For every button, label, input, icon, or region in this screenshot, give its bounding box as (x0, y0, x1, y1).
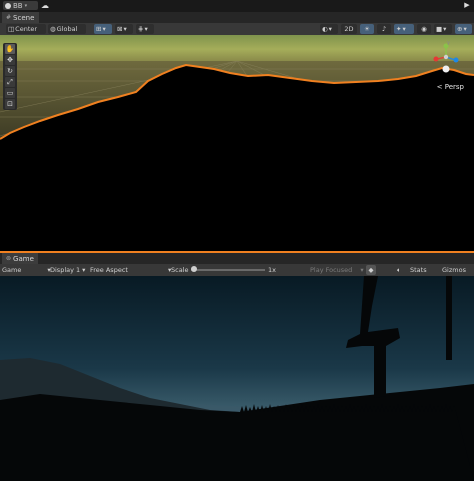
move-tool-icon: ⊞ (96, 25, 102, 33)
scene-toolbar: ◫ Center ◍ Global ⊞ ▾ ⊠ ▾ ⋕ ▾ ◐ ▾ 2D ☀ ♪ ✦ ▾ … (0, 23, 474, 35)
tab-game[interactable]: ⊚ Game (2, 253, 38, 264)
scale-slider-track[interactable] (191, 269, 265, 271)
gizmos-button[interactable]: ⊕ ▾ (455, 24, 472, 34)
move-tool-icon[interactable]: ✥ (5, 55, 15, 65)
audio-icon: ♪ (381, 25, 387, 33)
account-button[interactable]: BB ▾ (3, 1, 38, 10)
view-dropdown[interactable]: Game ▾ (2, 265, 51, 275)
snap-button[interactable]: ⊠ ▾ (115, 24, 133, 34)
scale-tool-icon[interactable]: ⤢ (5, 77, 15, 87)
display-label: Display 1 (50, 266, 81, 274)
visibility-button[interactable]: ◉ (417, 24, 431, 34)
mode-2d-button[interactable]: 2D (341, 24, 357, 34)
hand-tool-icon[interactable]: ✋ (5, 44, 15, 54)
aspect-dropdown[interactable]: Free Aspect ▾ (90, 265, 171, 275)
tab-scene-label: Scene (13, 13, 35, 22)
play-focused-label: Play Focused (310, 266, 353, 274)
snap-icon: ⊠ (117, 25, 123, 33)
gizmos-dropdown[interactable]: Gizmos (442, 265, 466, 275)
camera-button[interactable]: ■ ▾ (434, 24, 452, 34)
audio-button[interactable]: ♪ (377, 24, 391, 34)
tab-scene[interactable]: # Scene (2, 12, 39, 23)
visibility-icon: ◉ (421, 25, 427, 33)
scene-render (0, 35, 474, 251)
pivot-icon: ◫ (8, 25, 15, 33)
space-label: Global (56, 25, 78, 33)
view-label: Game (2, 266, 22, 274)
pivot-dropdown[interactable]: ◫ Center (6, 24, 46, 34)
mute-icon[interactable]: 🔈︎ (397, 265, 401, 275)
chevron-down-icon: ▾ (82, 266, 86, 274)
game-viewport[interactable] (0, 276, 474, 481)
unity-icon[interactable]: ◆ (366, 265, 376, 275)
shading-icon: ◐ (322, 25, 328, 33)
game-render (0, 276, 474, 481)
light-button[interactable]: ☀ (360, 24, 374, 34)
game-tab-strip: ⊚ Game (0, 253, 474, 264)
stats-button[interactable]: Stats (410, 265, 427, 275)
camera-icon: ■ (436, 25, 443, 33)
gizmos-icon: ⊕ (457, 25, 463, 33)
shading-button[interactable]: ◐ ▾ (320, 24, 338, 34)
scene-tool-palette: ✋ ✥ ↻ ⤢ ▭ ⊡ (3, 43, 17, 110)
move-snap-button[interactable]: ⊞ ▾ (94, 24, 112, 34)
tab-game-label: Game (13, 254, 34, 263)
mode-2d-label: 2D (344, 25, 354, 33)
projection-label: Persp (444, 83, 464, 91)
stats-label: Stats (410, 266, 427, 274)
scale-label: Scale (171, 266, 189, 274)
play-icon[interactable]: ▶ (462, 1, 472, 10)
scale-value: 1x (268, 266, 276, 274)
account-icon (5, 2, 11, 9)
chevron-left-icon: < (436, 83, 443, 91)
effects-icon: ✦ (396, 25, 402, 33)
chevron-down-icon: ▾ (24, 2, 28, 9)
space-dropdown[interactable]: ◍ Global (48, 24, 86, 34)
chevron-down-icon: ▾ (360, 266, 364, 274)
scene-tab-strip: # Scene (0, 12, 474, 23)
aspect-label: Free Aspect (90, 266, 128, 274)
display-dropdown[interactable]: Display 1 ▾ (50, 265, 85, 275)
main-toolbar: BB ▾ ☁ ▶ (0, 0, 474, 12)
effects-button[interactable]: ✦ ▾ (394, 24, 414, 34)
scene-viewport[interactable] (0, 35, 474, 251)
scale-slider-handle[interactable] (191, 266, 197, 272)
account-label: BB (13, 1, 23, 10)
light-icon: ☀ (364, 25, 370, 33)
grid-button[interactable]: ⋕ ▾ (136, 24, 154, 34)
gizmo-axis-y-label: y (447, 40, 450, 46)
global-icon: ◍ (50, 25, 56, 33)
rect-tool-icon[interactable]: ▭ (5, 88, 15, 98)
play-focused-dropdown[interactable]: Play Focused ▾ (310, 265, 364, 275)
gamepad-icon: ⊚ (6, 255, 12, 262)
grid-icon: ⋕ (138, 25, 144, 33)
gizmos-label: Gizmos (442, 266, 466, 274)
rotate-tool-icon[interactable]: ↻ (5, 66, 15, 76)
projection-toggle[interactable]: < Persp (437, 83, 464, 91)
transform-tool-icon[interactable]: ⊡ (5, 99, 15, 109)
scene-grid-icon: # (6, 14, 12, 21)
pivot-label: Center (15, 25, 38, 33)
cloud-icon[interactable]: ☁ (40, 1, 50, 10)
